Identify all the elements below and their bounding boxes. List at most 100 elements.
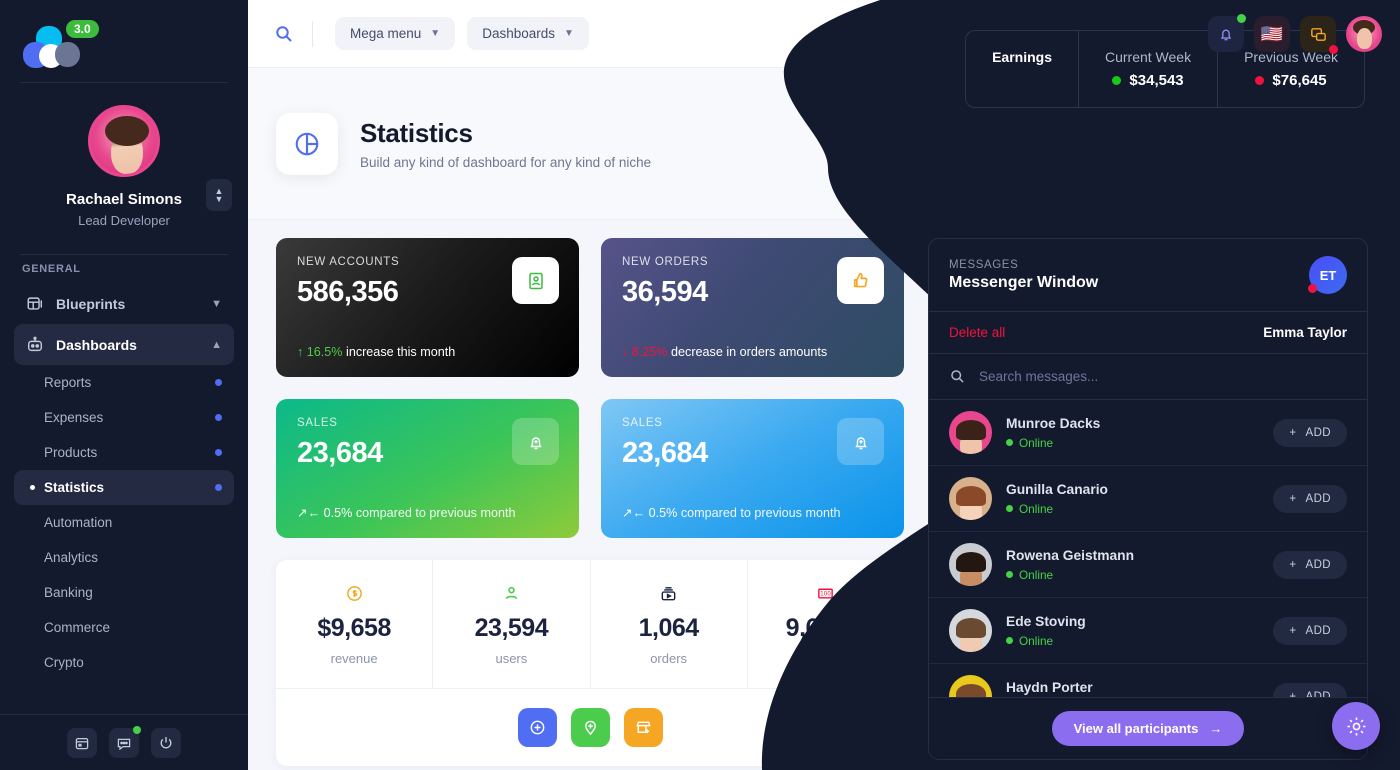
add-store-button[interactable] xyxy=(623,708,663,747)
mini-stat-orders-millions[interactable]: 100 9,678M orders xyxy=(748,560,904,688)
messenger-avatar[interactable]: ET xyxy=(1308,256,1347,294)
trend-flat-icon: ↗← xyxy=(622,506,646,520)
search-icon[interactable] xyxy=(274,24,294,44)
add-circle-button[interactable] xyxy=(517,708,557,747)
logo[interactable]: 3.0 xyxy=(0,0,248,74)
plus-icon: + xyxy=(1289,426,1297,439)
avatar xyxy=(949,477,992,520)
sidebar-item-automation[interactable]: Automation xyxy=(14,505,234,540)
mini-stat-value: 23,594 xyxy=(474,614,549,642)
list-item[interactable]: Gunilla Canario Online + ADD xyxy=(929,466,1367,532)
messenger-contact-list[interactable]: Munroe Dacks Online + ADD Gunilla Canario xyxy=(929,400,1367,697)
contact-status: Online xyxy=(1006,436,1100,450)
power-icon xyxy=(160,736,172,748)
add-contact-button[interactable]: + ADD xyxy=(1273,550,1347,579)
chevron-up-icon: ▲ xyxy=(211,338,222,351)
stat-card-new-orders[interactable]: NEW ORDERS 36,594 ↓ 8.25% decrease in or… xyxy=(601,238,904,377)
page-header-icon-box xyxy=(276,112,338,175)
sidebar-item-dashboards[interactable]: Dashboards ▲ xyxy=(14,324,234,365)
avatar xyxy=(949,543,992,586)
sidebar-item-commerce[interactable]: Commerce xyxy=(14,610,234,645)
mini-stat-value: 1,064 xyxy=(638,614,700,642)
chevron-down-icon: ▼ xyxy=(214,194,224,204)
stat-card-foot-text: increase this month xyxy=(346,345,456,359)
notifications-button[interactable] xyxy=(1208,14,1246,52)
messenger-search[interactable] xyxy=(929,354,1367,400)
sidebar-item-finance[interactable]: Finance xyxy=(14,680,234,691)
sidebar-item-products[interactable]: Products xyxy=(14,435,234,470)
thumbs-up-icon xyxy=(837,257,884,304)
page-subtitle: Build any kind of dashboard for any kind… xyxy=(360,154,652,170)
search-input[interactable] xyxy=(979,369,1347,384)
list-item[interactable]: Ede Stoving Online + ADD xyxy=(929,598,1367,664)
sidebar-subitem-label: Commerce xyxy=(44,620,111,635)
earnings-label: Current Week xyxy=(1104,49,1192,65)
messages-button[interactable] xyxy=(1300,16,1338,54)
add-contact-button[interactable]: + ADD xyxy=(1273,616,1347,645)
sidebar-subitem-label: Products xyxy=(44,445,98,460)
status-dot xyxy=(215,379,222,386)
sidebar-item-expenses[interactable]: Expenses xyxy=(14,400,234,435)
sidebar-item-blueprints[interactable]: Blueprints ▼ xyxy=(14,283,234,324)
profile-avatar[interactable] xyxy=(88,105,160,177)
stat-card-footer: ↑ 16.5% increase this month xyxy=(297,345,455,359)
add-contact-button[interactable]: + ADD xyxy=(1273,682,1347,697)
sidebar-subitem-label: Analytics xyxy=(44,550,99,565)
chevron-down-icon: ▼ xyxy=(564,28,574,39)
trend-down-icon: ↓ xyxy=(622,345,629,359)
sidebar-item-statistics[interactable]: Statistics xyxy=(14,470,234,505)
mini-stat-users[interactable]: 23,594 users xyxy=(433,560,591,688)
earnings-current-week[interactable]: Current Week $34,543 xyxy=(1077,31,1217,107)
contact-status: Online xyxy=(1006,502,1108,516)
svg-text:100: 100 xyxy=(820,592,831,598)
pie-chart-icon xyxy=(295,132,319,155)
chat-icon-button[interactable] xyxy=(109,725,141,758)
blueprint-icon xyxy=(27,296,43,310)
view-all-participants-button[interactable]: View all participants → xyxy=(1051,711,1245,746)
profile-block: Rachael Simons Lead Developer ▲ ▼ xyxy=(0,83,248,246)
location-pin-button[interactable] xyxy=(570,708,610,747)
left-column: NEW ACCOUNTS 586,356 ↑ 16.5% increase th… xyxy=(276,238,904,766)
mini-stat-label: revenue xyxy=(330,651,378,666)
trend-flat-icon: ↗← xyxy=(297,506,321,520)
stat-card-foot-text: decrease in orders amounts xyxy=(671,345,828,359)
sidebar-subitem-label: Banking xyxy=(44,585,93,600)
mega-menu-button[interactable]: Mega menu ▼ xyxy=(335,17,456,50)
messenger-avatar-initials: ET xyxy=(1319,267,1337,283)
stat-card-sales-green[interactable]: SALES 23,684 ↗← 0.5% compared to previou… xyxy=(276,399,579,538)
bell-plus-icon xyxy=(837,418,884,465)
calendar-icon-button[interactable] xyxy=(67,727,97,758)
language-button[interactable]: 🇺🇸 xyxy=(1254,16,1290,52)
chevron-down-icon: ▼ xyxy=(211,297,222,310)
sidebar-footer xyxy=(0,714,248,770)
sidebar-item-analytics[interactable]: Analytics xyxy=(14,540,234,575)
status-dot-positive xyxy=(1112,76,1122,85)
dashboards-menu-button[interactable]: Dashboards ▼ xyxy=(467,17,589,50)
settings-fab-button[interactable] xyxy=(1332,702,1380,750)
sidebar-item-crypto[interactable]: Crypto xyxy=(14,645,234,680)
sidebar-item-reports[interactable]: Reports xyxy=(14,365,234,400)
mini-stat-revenue[interactable]: $9,658 revenue xyxy=(276,560,434,688)
stat-card-sales-blue[interactable]: SALES 23,684 ↗← 0.5% compared to previou… xyxy=(601,399,904,538)
mini-stat-orders[interactable]: 1,064 orders xyxy=(591,560,748,688)
sidebar-item-label: Dashboards xyxy=(56,336,137,353)
add-contact-button[interactable]: + ADD xyxy=(1273,418,1347,447)
stat-card-delta: 0.5% xyxy=(648,506,678,520)
list-item[interactable]: Haydn Porter Online +ADD xyxy=(929,664,1367,697)
contact-name: Munroe Dacks xyxy=(1006,415,1101,431)
user-avatar-button[interactable] xyxy=(1346,16,1382,52)
dashboards-menu-label: Dashboards xyxy=(482,26,555,41)
sidebar-scroll[interactable]: Blueprints ▼ Dashboards ▲ Reports Expens… xyxy=(0,283,248,691)
earnings-title-cell: Earnings xyxy=(966,31,1078,107)
list-item[interactable]: Rowena Geistmann Online + ADD xyxy=(929,532,1367,598)
delete-all-button[interactable]: Delete all xyxy=(949,325,1005,340)
power-icon-button[interactable] xyxy=(151,727,181,758)
sidebar-section-label: GENERAL xyxy=(22,263,81,275)
sidebar-item-banking[interactable]: Banking xyxy=(14,575,234,610)
list-item[interactable]: Munroe Dacks Online + ADD xyxy=(929,400,1367,466)
earnings-value-row: $34,543 xyxy=(1105,72,1191,89)
add-contact-button[interactable]: + ADD xyxy=(1273,484,1347,513)
profile-switcher-button[interactable]: ▲ ▼ xyxy=(206,179,232,211)
content-area: NEW ACCOUNTS 586,356 ↑ 16.5% increase th… xyxy=(248,220,1400,770)
stat-card-new-accounts[interactable]: NEW ACCOUNTS 586,356 ↑ 16.5% increase th… xyxy=(276,238,579,377)
